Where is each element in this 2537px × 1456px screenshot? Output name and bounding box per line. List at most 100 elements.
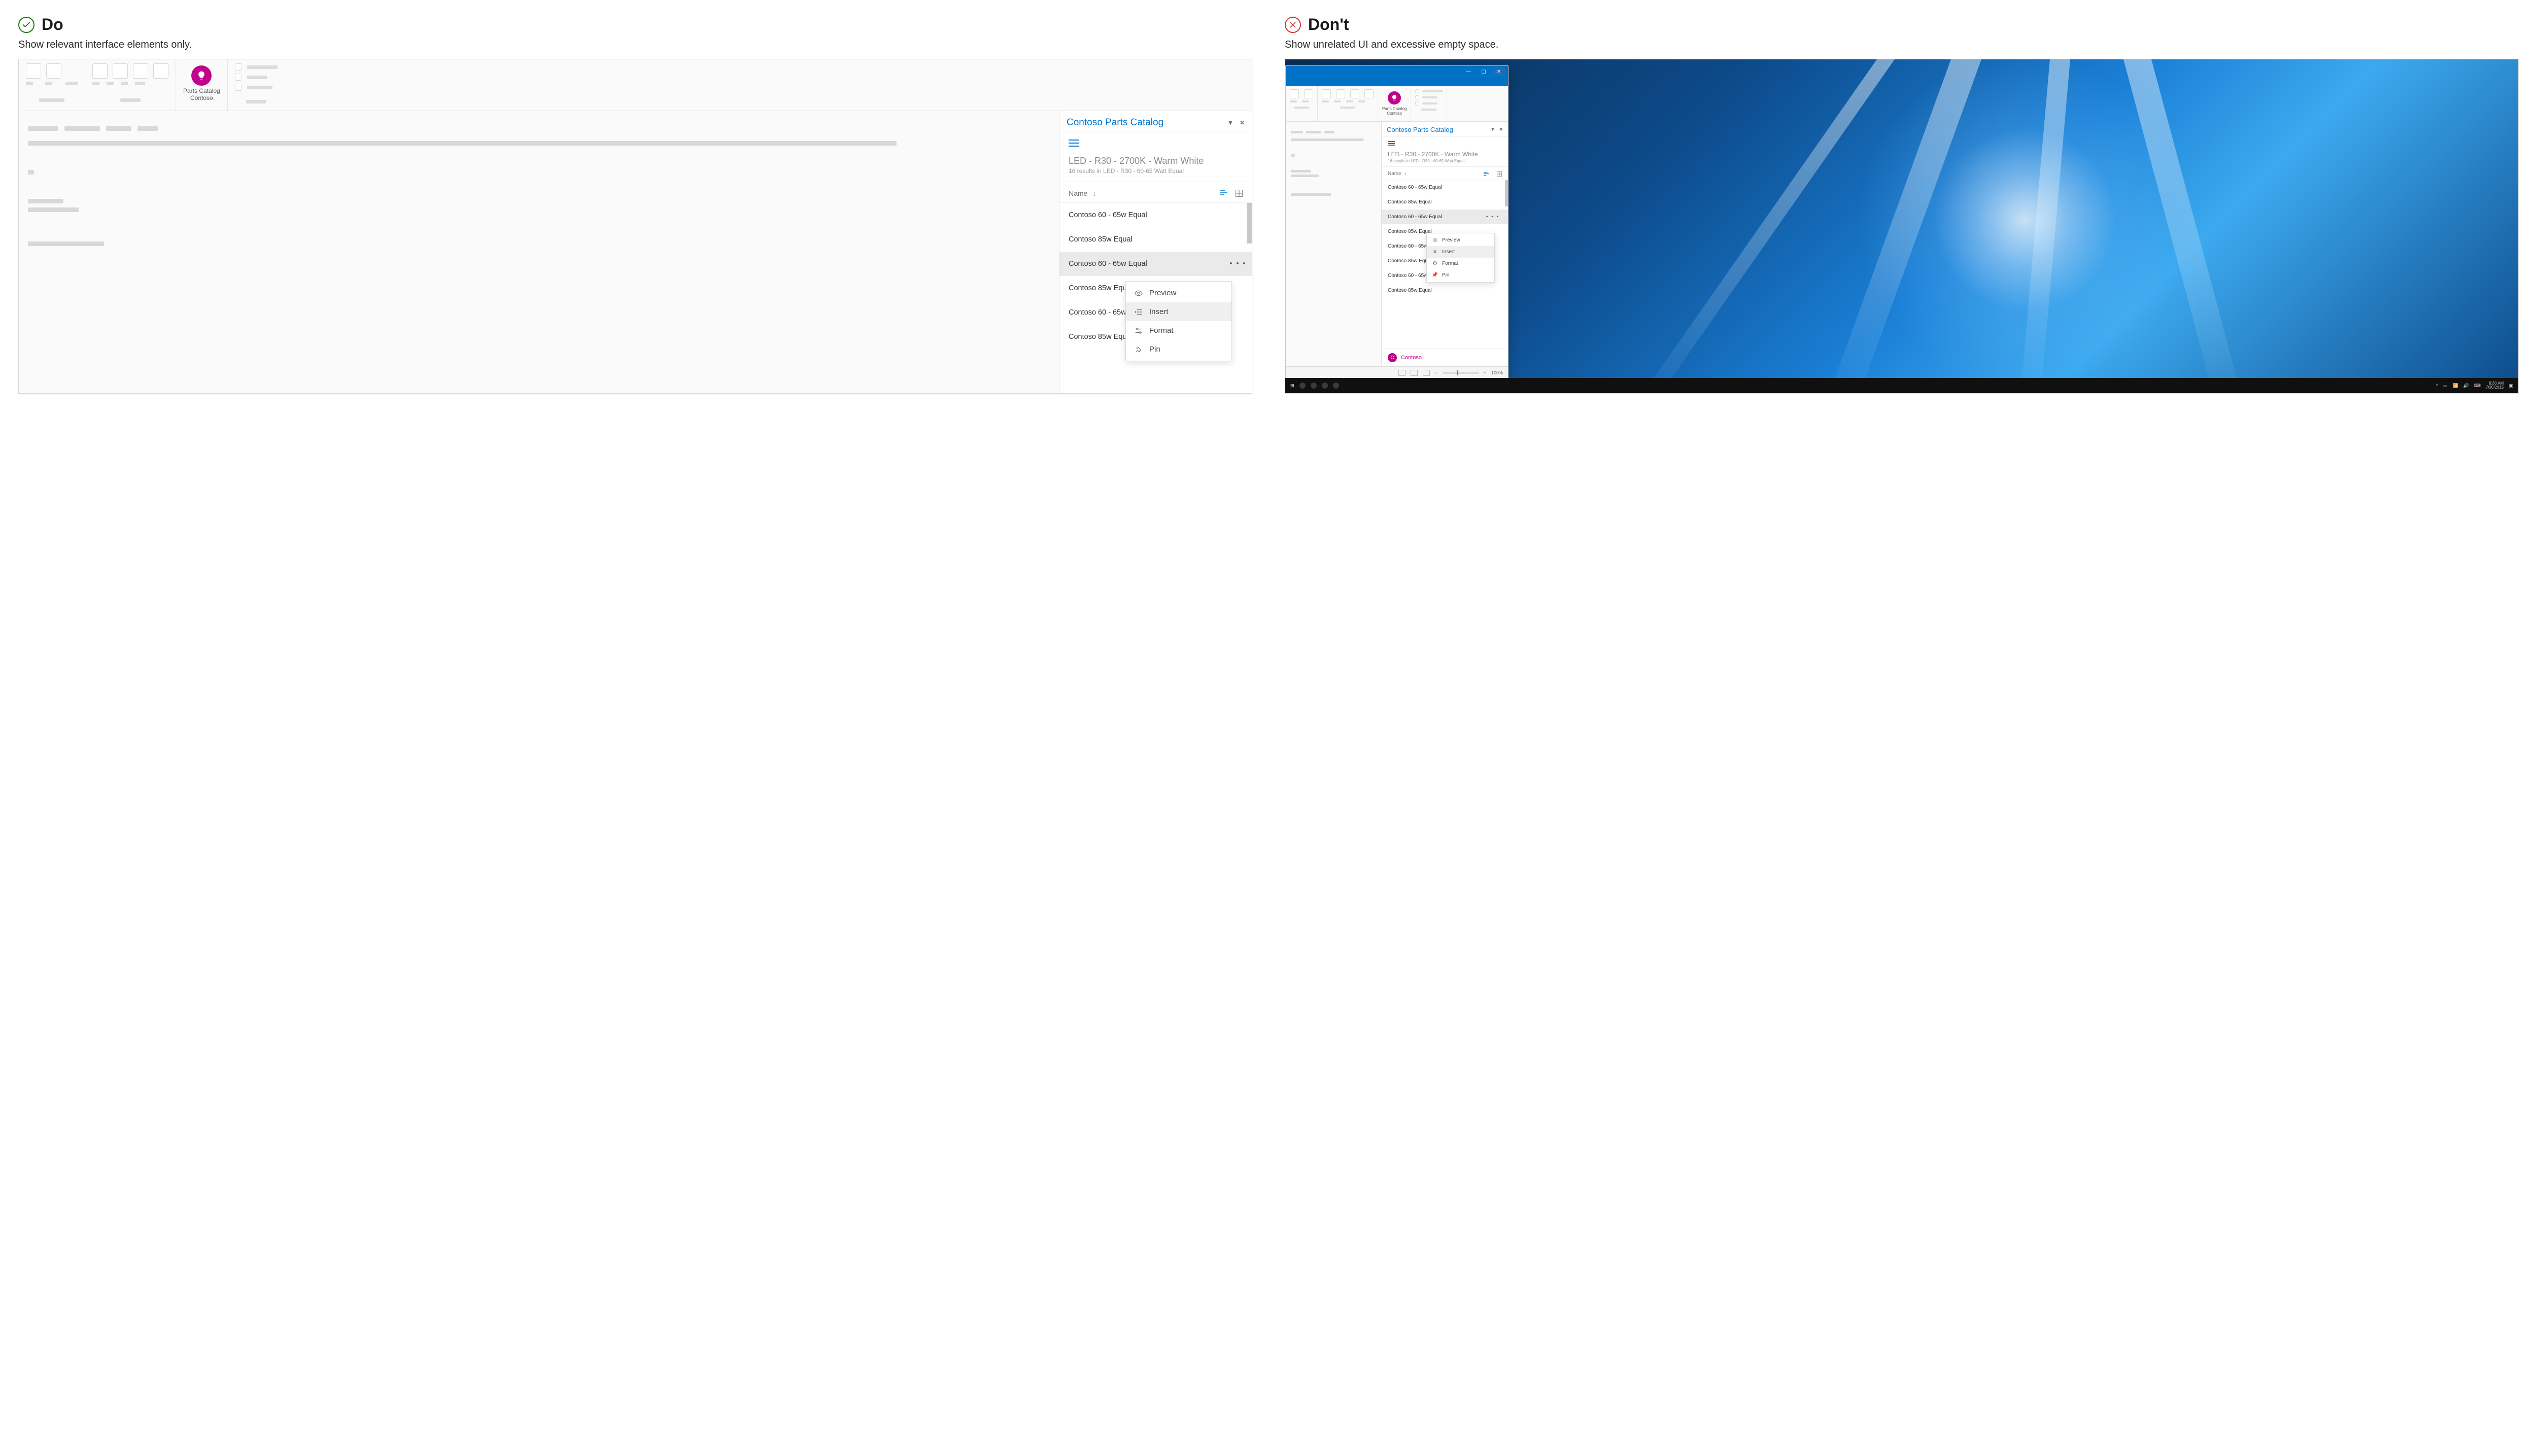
pane-title: Contoso Parts Catalog	[1387, 126, 1453, 133]
view-mode-icon[interactable]	[1423, 370, 1430, 376]
zoom-out-icon[interactable]: −	[1435, 370, 1437, 375]
do-subtitle: Show relevant interface elements only.	[18, 39, 1252, 51]
search-heading: LED - R30 - 2700K - Warm White	[1069, 156, 1243, 166]
pane-title: Contoso Parts Catalog	[1067, 117, 1163, 128]
sort-label[interactable]: Name	[1069, 189, 1087, 197]
window-titlebar: — ▢ ✕	[1286, 66, 1508, 77]
view-mode-icon[interactable]	[1411, 370, 1418, 376]
scrollbar-thumb[interactable]	[1505, 180, 1508, 206]
format-icon: ⚙	[1432, 261, 1438, 266]
window-maximize-icon[interactable]: ▢	[1478, 67, 1490, 76]
ribbon: Parts CatalogContoso	[19, 59, 1252, 111]
preview-icon: ◎	[1432, 237, 1438, 243]
insert-icon: ≡	[1432, 249, 1438, 255]
brand-avatar: C	[1388, 353, 1397, 362]
results-list: Contoso 60 - 65w Equal Contoso 85w Equal…	[1059, 202, 1252, 393]
zoom-level[interactable]: 100%	[1491, 370, 1503, 375]
lightbulb-icon	[191, 65, 212, 86]
list-item[interactable]: Contoso 85w Equal	[1059, 227, 1252, 252]
parts-catalog-ribbon-button[interactable]: Parts CatalogContoso	[183, 63, 220, 102]
grid-view-icon[interactable]	[1236, 190, 1243, 197]
ctx-insert[interactable]: ≡Insert	[1427, 246, 1494, 258]
do-column: Do Show relevant interface elements only…	[18, 15, 1252, 394]
more-icon[interactable]: • • •	[1484, 214, 1502, 220]
pane-dropdown-icon[interactable]: ▼	[1491, 127, 1495, 132]
format-icon	[1134, 327, 1143, 334]
tray-wifi-icon[interactable]: 📶	[2452, 383, 2458, 389]
pin-icon	[1134, 346, 1143, 353]
list-item-selected[interactable]: Contoso 60 - 65w Equal • • •	[1382, 210, 1508, 224]
dont-example-frame: — ▢ ✕	[1285, 59, 2519, 394]
ctx-format[interactable]: Format	[1126, 321, 1231, 340]
taskbar-app-icon[interactable]	[1299, 383, 1306, 389]
dont-column: Don't Show unrelated UI and excessive em…	[1285, 15, 2519, 394]
cross-icon	[1285, 17, 1301, 33]
checkmark-icon	[18, 17, 35, 33]
sort-arrow-icon[interactable]: ↓	[1404, 171, 1407, 177]
dont-subtitle: Show unrelated UI and excessive empty sp…	[1285, 39, 2519, 51]
taskbar-date[interactable]: 7/30/2015	[2486, 386, 2504, 390]
hamburger-icon[interactable]	[1069, 140, 1079, 147]
search-subtext: 16 results in LED - R30 - 60-65 Watt Equ…	[1388, 159, 1502, 163]
ctx-preview[interactable]: ◎Preview	[1427, 234, 1494, 246]
do-example-frame: Parts CatalogContoso	[18, 59, 1252, 394]
list-view-icon[interactable]	[1220, 190, 1228, 197]
document-skeleton	[19, 111, 1059, 393]
do-heading: Do	[42, 15, 63, 34]
sort-arrow-icon[interactable]: ↓	[1092, 189, 1096, 197]
document-skeleton	[1286, 122, 1381, 366]
taskbar-app-icon[interactable]	[1311, 383, 1317, 389]
search-subtext: 16 results in LED - R30 - 60-65 Watt Equ…	[1069, 167, 1243, 175]
more-icon[interactable]: • • •	[1224, 260, 1252, 268]
grid-view-icon[interactable]	[1497, 171, 1502, 177]
task-pane: Contoso Parts Catalog ▼ ✕ LED - R30 - 27…	[1059, 111, 1252, 393]
pane-dropdown-icon[interactable]: ▼	[1227, 119, 1233, 126]
zoom-in-icon[interactable]: +	[1484, 370, 1486, 375]
start-icon[interactable]: ⊞	[1290, 383, 1294, 389]
insert-icon	[1134, 308, 1143, 316]
ctx-format[interactable]: ⚙Format	[1427, 258, 1494, 269]
ctx-preview[interactable]: Preview	[1126, 284, 1231, 302]
tray-volume-icon[interactable]: 🔊	[2463, 383, 2469, 389]
lightbulb-icon	[1388, 91, 1401, 105]
pane-close-icon[interactable]: ✕	[1240, 119, 1245, 126]
taskbar-app-icon[interactable]	[1322, 383, 1328, 389]
status-bar: − + 100%	[1286, 366, 1508, 378]
search-heading: LED - R30 - 2700K - Warm White	[1388, 151, 1502, 158]
ctx-insert[interactable]: Insert	[1126, 302, 1231, 321]
view-mode-icon[interactable]	[1398, 370, 1405, 376]
tray-notifications-icon[interactable]: ▣	[2509, 383, 2513, 389]
window-close-icon[interactable]: ✕	[1493, 67, 1505, 76]
tray-chevron-icon[interactable]: ^	[2436, 383, 2438, 388]
brand-name: Contoso	[1401, 355, 1422, 361]
window-minimize-icon[interactable]: —	[1462, 67, 1475, 76]
parts-catalog-ribbon-button[interactable]: Parts CatalogContoso	[1382, 89, 1407, 116]
pane-footer: C Contoso	[1382, 349, 1508, 366]
taskbar-app-icon[interactable]	[1333, 383, 1339, 389]
context-menu: Preview Insert Format	[1125, 281, 1232, 361]
results-list: Contoso 60 - 65w Equal Contoso 85w Equal…	[1382, 180, 1508, 349]
list-item[interactable]: Contoso 60 - 65w Equal	[1059, 203, 1252, 227]
list-item[interactable]: Contoso 85w Equal	[1382, 283, 1508, 298]
ribbon-button-label-1: Parts Catalog	[183, 87, 220, 94]
windows-taskbar: ⊞ ^ ▭ 📶 🔊 ⌨ 6:30 AM 7/30/2015	[1285, 378, 2518, 393]
ribbon-button-label-2: Contoso	[190, 94, 213, 101]
context-menu: ◎Preview ≡Insert ⚙Format 📌Pin	[1426, 233, 1495, 283]
scrollbar-thumb[interactable]	[1247, 203, 1252, 244]
tray-battery-icon[interactable]: ▭	[2443, 383, 2448, 389]
ribbon: Parts CatalogContoso	[1286, 86, 1508, 122]
list-item[interactable]: Contoso 85w Equal	[1382, 195, 1508, 210]
ctx-pin[interactable]: 📌Pin	[1427, 269, 1494, 281]
tray-keyboard-icon[interactable]: ⌨	[2474, 383, 2481, 389]
list-item-selected[interactable]: Contoso 60 - 65w Equal • • •	[1059, 252, 1252, 276]
app-window: — ▢ ✕	[1285, 65, 1509, 379]
dont-heading: Don't	[1308, 15, 1349, 34]
task-pane: Contoso Parts Catalog ▼ ✕ LED - R30 - 27…	[1381, 122, 1508, 366]
sort-label[interactable]: Name	[1388, 171, 1401, 177]
zoom-slider[interactable]	[1443, 372, 1479, 374]
ctx-pin[interactable]: Pin	[1126, 340, 1231, 359]
pane-close-icon[interactable]: ✕	[1499, 127, 1503, 132]
list-view-icon[interactable]	[1484, 171, 1490, 177]
list-item[interactable]: Contoso 60 - 65w Equal	[1382, 180, 1508, 195]
hamburger-icon[interactable]	[1388, 141, 1395, 146]
